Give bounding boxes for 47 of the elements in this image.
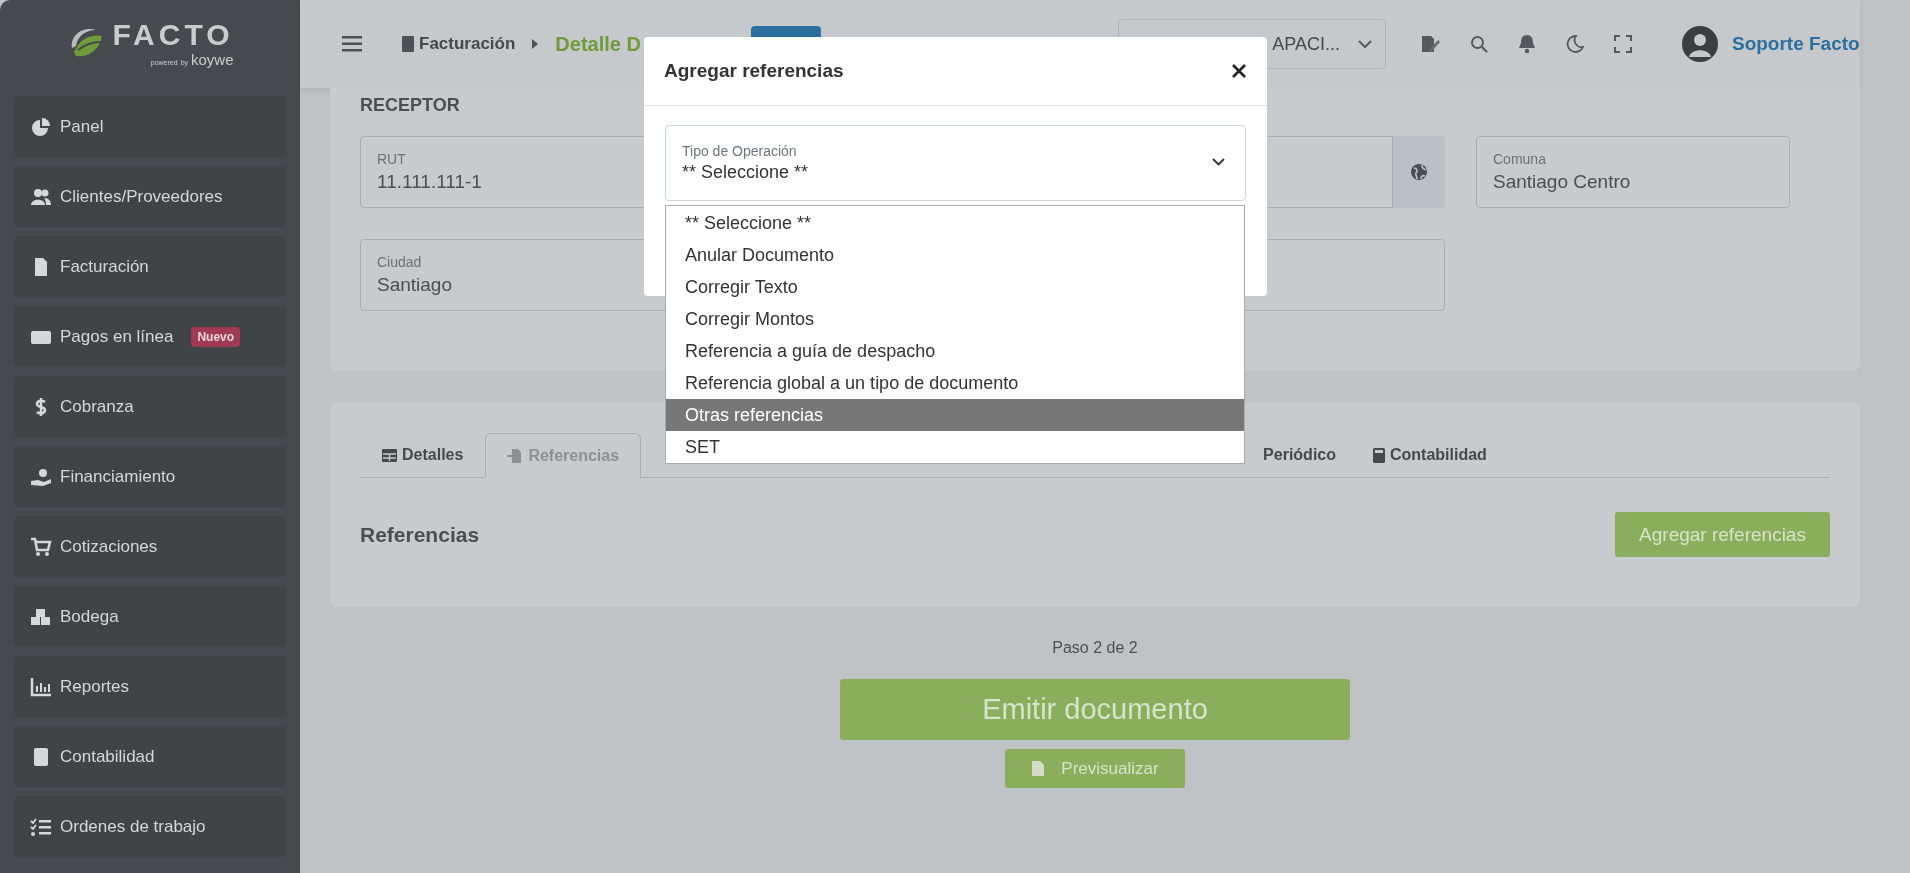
file-import-icon [507, 448, 524, 464]
tab[interactable]: Contabilidad [1351, 432, 1509, 477]
sidebar-item[interactable]: Facturación [14, 236, 286, 297]
breadcrumb-current: Detalle D [555, 32, 641, 56]
step-indicator: Paso 2 de 2 [1052, 639, 1138, 657]
dropdown-option[interactable]: Corregir Texto [666, 271, 1244, 303]
logo-name: FACTO [112, 19, 234, 51]
sidebar-item[interactable]: Panel [14, 96, 286, 157]
tab[interactable]: Detalles [360, 432, 486, 477]
fullscreen-icon[interactable] [1613, 35, 1632, 53]
tab[interactable]: Periódico [1241, 432, 1351, 477]
sidebar-item[interactable]: Bodega [14, 586, 286, 647]
close-icon[interactable] [1231, 63, 1247, 79]
section-heading: Referencias [360, 522, 480, 547]
calculator-icon [1373, 447, 1385, 463]
new-badge: Nuevo [191, 326, 241, 347]
bell-icon[interactable] [1517, 34, 1536, 54]
table-icon [382, 448, 397, 462]
chevron-icon [1357, 39, 1372, 49]
moon-icon[interactable] [1565, 35, 1584, 53]
sidebar-item[interactable]: Reportes [14, 656, 286, 717]
logo-brand: koywe [191, 51, 234, 68]
breadcrumb-link[interactable]: Facturación [419, 34, 516, 54]
avatar-icon[interactable] [1681, 26, 1718, 62]
dropdown-option[interactable]: Corregir Montos [666, 303, 1244, 335]
input-field[interactable]: Comuna Santiago Centro [1476, 136, 1790, 208]
edit-document-icon[interactable] [1419, 35, 1440, 53]
dropdown-option[interactable]: Otras referencias [666, 399, 1244, 431]
sidebar-item[interactable]: Clientes/Proveedores [14, 166, 286, 227]
section-title: RECEPTOR [360, 95, 461, 115]
dropdown-option[interactable]: Anular Documento [666, 239, 1244, 271]
dropdown-option[interactable]: Referencia global a un tipo de documento [666, 367, 1244, 399]
sidebar-item[interactable]: Cobranza [14, 376, 286, 437]
caret-icon [531, 38, 540, 50]
globe-icon [1410, 163, 1428, 181]
dropdown-option[interactable]: SET [666, 431, 1244, 463]
pdf-file-icon [1031, 760, 1046, 777]
sidebar-item[interactable]: Financiamiento [14, 446, 286, 507]
dropdown-option[interactable]: ** Seleccione ** [666, 207, 1244, 239]
modal-title: Agregar referencias [664, 60, 844, 82]
sidebar-item[interactable]: Pagos en línea Nuevo [14, 306, 286, 367]
sidebar-item[interactable]: Cotizaciones [14, 516, 286, 577]
sidebar-item[interactable]: Contabilidad [14, 726, 286, 787]
sidebar-item[interactable]: Ordenes de trabajo [14, 796, 286, 857]
search-icon[interactable] [1469, 35, 1488, 53]
globe-button[interactable] [1393, 136, 1445, 208]
dropdown-option[interactable]: Referencia a guía de despacho [666, 335, 1244, 367]
